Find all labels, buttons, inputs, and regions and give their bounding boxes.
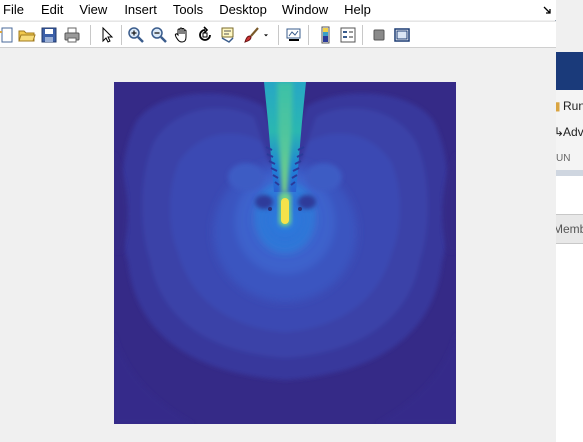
menu-desktop[interactable]: Desktop <box>219 0 267 20</box>
run-label: Run <box>563 99 583 113</box>
background-list <box>556 244 583 442</box>
print-icon[interactable] <box>62 24 82 45</box>
field-contour-plot <box>114 82 456 424</box>
field-plot-axes[interactable] <box>114 82 456 424</box>
dock-arrow-icon[interactable] <box>542 3 552 14</box>
zoom-in-icon[interactable] <box>126 24 146 45</box>
menu-bar: File Edit View Insert Tools Desktop Wind… <box>0 0 556 20</box>
run-icon: ▮ <box>556 99 561 113</box>
background-column-header: Memb <box>556 214 583 244</box>
menu-file[interactable]: File <box>3 0 24 20</box>
brush-icon[interactable] <box>242 24 262 45</box>
show-plot-tools-icon[interactable] <box>392 24 412 45</box>
menu-help[interactable]: Help <box>344 0 371 20</box>
background-window-top <box>556 0 583 52</box>
data-cursor-icon[interactable] <box>218 24 238 45</box>
rotate-3d-icon[interactable] <box>195 24 215 45</box>
menu-view[interactable]: View <box>79 0 107 20</box>
toolbar-separator <box>362 25 363 45</box>
hide-plot-tools-icon[interactable] <box>369 24 389 45</box>
figure-canvas <box>0 48 556 442</box>
colorbar-icon[interactable] <box>315 24 335 45</box>
background-panel <box>556 176 583 214</box>
background-application: ▮ Run ↳ Adv UN Memb <box>556 0 583 442</box>
menu-insert[interactable]: Insert <box>124 0 157 20</box>
new-figure-icon[interactable] <box>0 24 16 45</box>
pointer-arrow-icon[interactable] <box>97 24 117 45</box>
brush-dropdown-icon[interactable] <box>260 24 272 45</box>
menu-edit[interactable]: Edit <box>41 0 63 20</box>
pan-hand-icon[interactable] <box>172 24 192 45</box>
ribbon-section-label: UN <box>556 153 571 164</box>
background-ribbon-body: ▮ Run ↳ Adv UN <box>556 90 583 170</box>
toolbar-separator <box>278 25 279 45</box>
toolbar-separator <box>90 25 91 45</box>
menu-window[interactable]: Window <box>282 0 328 20</box>
toolbar-separator <box>121 25 122 45</box>
legend-icon[interactable] <box>338 24 358 45</box>
save-icon[interactable] <box>39 24 59 45</box>
members-label: Memb <box>556 222 583 236</box>
background-ribbon-header <box>556 52 583 90</box>
figure-toolbar <box>0 21 556 48</box>
menu-tools[interactable]: Tools <box>173 0 203 20</box>
link-plot-icon[interactable] <box>284 24 304 45</box>
figure-window: File Edit View Insert Tools Desktop Wind… <box>0 0 556 442</box>
toolbar-separator <box>308 25 309 45</box>
open-folder-icon[interactable] <box>17 24 37 45</box>
advance-label: Adv <box>563 125 583 139</box>
zoom-out-icon[interactable] <box>149 24 169 45</box>
